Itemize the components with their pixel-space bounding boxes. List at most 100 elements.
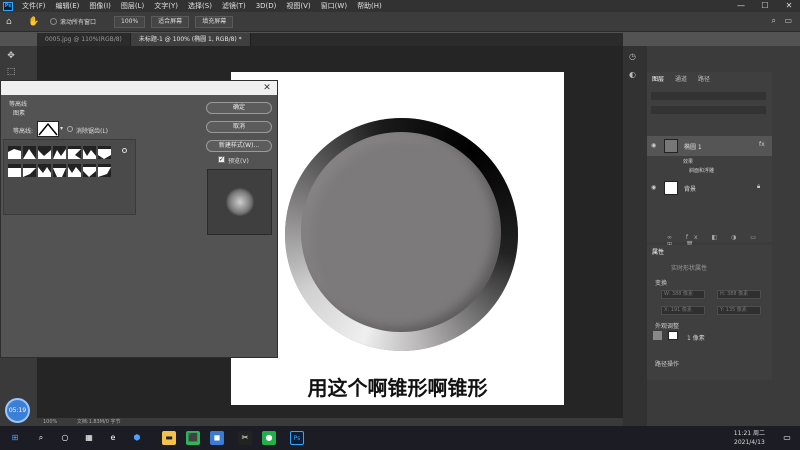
contour-preset[interactable]: [83, 146, 96, 159]
clock-date: 2021/4/13: [734, 439, 765, 446]
menu-image[interactable]: 图像(I): [84, 1, 116, 11]
search-icon[interactable]: ⌕: [34, 431, 48, 445]
menu-file[interactable]: 文件(F): [17, 1, 51, 11]
tab-untitled-1[interactable]: 未标题-1 @ 100% (椭圆 1, RGB/8) *: [130, 33, 251, 46]
contour-preset[interactable]: [98, 146, 111, 159]
contour-preset[interactable]: [38, 164, 51, 177]
photoshop-logo-icon: Ps: [3, 1, 13, 11]
cortana-icon[interactable]: ○: [58, 431, 72, 445]
zoom-level[interactable]: 100%: [43, 419, 57, 425]
menu-window[interactable]: 窗口(W): [316, 1, 352, 11]
stroke-swatch[interactable]: [668, 331, 678, 340]
menu-filter[interactable]: 滤镜(T): [217, 1, 251, 11]
fx-icon[interactable]: fx: [759, 141, 765, 148]
search-icon[interactable]: ⌕: [772, 16, 776, 26]
zoom-field[interactable]: 100%: [114, 15, 146, 28]
task-view-icon[interactable]: ▦: [82, 431, 96, 445]
tab-channels[interactable]: 通道: [675, 74, 687, 83]
height-field[interactable]: H: 388 像素: [717, 290, 761, 299]
move-tool-icon[interactable]: ✥: [5, 50, 17, 62]
contour-preset[interactable]: [23, 146, 36, 159]
eye-icon[interactable]: ◉: [651, 184, 658, 191]
layer-thumbnail: [664, 181, 678, 195]
app-icon[interactable]: ✂: [238, 431, 252, 445]
menu-select[interactable]: 选择(S): [183, 1, 217, 11]
dialog-close-icon[interactable]: ✕: [262, 81, 272, 95]
scroll-all-option[interactable]: 滚动所有窗口: [50, 17, 96, 26]
ok-button[interactable]: 确定: [206, 102, 272, 114]
menu-edit[interactable]: 编辑(E): [51, 1, 85, 11]
tab-paths[interactable]: 路径: [698, 74, 710, 83]
x-field[interactable]: X: 191 像素: [661, 306, 705, 315]
layer-thumbnail: [664, 139, 678, 153]
store-icon[interactable]: ⬛: [186, 431, 200, 445]
contour-preset[interactable]: [68, 164, 81, 177]
contour-preset[interactable]: [8, 146, 21, 159]
width-field[interactable]: W: 388 像素: [661, 290, 705, 299]
app-icon[interactable]: ⬢: [130, 431, 144, 445]
contour-preset[interactable]: [98, 164, 111, 177]
contour-section-label: 等高线: [9, 101, 28, 108]
fit-screen-button[interactable]: 适合屏幕: [151, 15, 190, 28]
presets-menu-icon[interactable]: [122, 148, 127, 153]
menu-type[interactable]: 文字(Y): [149, 1, 183, 11]
cancel-button[interactable]: 取消: [206, 121, 272, 133]
contour-preset[interactable]: [53, 164, 66, 177]
wechat-icon[interactable]: ●: [262, 431, 276, 445]
layers-panel: 图层 通道 路径 ◉ 椭圆 1 fx 效果 斜面和浮雕 ◉ 背景 🔒︎ ∞ fx…: [647, 72, 772, 248]
tab-0005-jpg[interactable]: 0005.jpg @ 110%(RGB/8): [37, 33, 131, 46]
contour-preset[interactable]: [38, 146, 51, 159]
file-explorer-icon[interactable]: ▬: [162, 431, 176, 445]
menu-view[interactable]: 视图(V): [281, 1, 315, 11]
photoshop-taskbar-icon[interactable]: Ps: [290, 431, 304, 445]
path-ops-section-label: 路径操作: [655, 361, 680, 368]
app-icon[interactable]: ◼: [210, 431, 224, 445]
new-style-button[interactable]: 新建样式(W)...: [206, 140, 272, 152]
tab-layers[interactable]: 图层: [652, 74, 664, 83]
windows-start-icon[interactable]: ⊞: [8, 431, 22, 445]
preview-checkbox[interactable]: ✓: [218, 156, 225, 163]
layer-row[interactable]: ◉ 椭圆 1 fx: [647, 136, 772, 156]
preview-thumbnail: [226, 188, 254, 216]
transform-section-label: 变换: [655, 280, 668, 287]
minimize-icon[interactable]: —: [730, 0, 752, 12]
contour-preset[interactable]: [23, 164, 36, 177]
document-info[interactable]: 文档:1.83M/0 字节: [77, 419, 121, 425]
eye-icon[interactable]: ◉: [651, 142, 658, 149]
marquee-tool-icon[interactable]: ⬚: [5, 66, 17, 78]
layer-row[interactable]: ◉ 背景 🔒︎: [647, 178, 772, 198]
contour-preset[interactable]: [68, 146, 81, 159]
hand-tool-icon[interactable]: ✋: [28, 17, 42, 27]
layer-filter-bar[interactable]: [651, 92, 766, 100]
system-clock[interactable]: 11:21 周二 2021/4/13: [734, 429, 765, 447]
scroll-all-checkbox[interactable]: [50, 18, 57, 25]
maximize-icon[interactable]: ☐: [754, 0, 776, 12]
y-field[interactable]: Y: 135 像素: [717, 306, 761, 315]
menu-3d[interactable]: 3D(D): [251, 2, 282, 10]
antialias-checkbox[interactable]: [67, 126, 73, 132]
stroke-width-value[interactable]: 1 像素: [687, 333, 705, 342]
adjustments-icon[interactable]: ◐: [629, 70, 636, 79]
home-icon[interactable]: ⌂: [6, 17, 16, 27]
bevel-emboss-label: 斜面和浮雕: [689, 168, 715, 174]
fill-screen-button[interactable]: 填充屏幕: [195, 15, 234, 28]
blend-mode-bar[interactable]: [651, 106, 766, 114]
workspace-icon[interactable]: ▭: [784, 16, 792, 25]
contour-label: 等高线:: [13, 128, 34, 135]
contour-presets-panel[interactable]: [3, 139, 136, 215]
properties-title: 属性: [652, 249, 665, 256]
contour-preset[interactable]: [8, 164, 21, 177]
contour-picker[interactable]: [37, 121, 59, 137]
contour-dropdown-icon[interactable]: ▾: [60, 125, 63, 132]
contour-preset[interactable]: [53, 146, 66, 159]
fill-swatch[interactable]: [653, 331, 662, 340]
document-canvas[interactable]: 用这个啊锥形啊锥形: [231, 72, 564, 405]
menu-help[interactable]: 帮助(H): [352, 1, 387, 11]
contour-preset[interactable]: [83, 164, 96, 177]
edge-browser-icon[interactable]: e: [106, 431, 120, 445]
history-icon[interactable]: ◷: [629, 52, 636, 61]
clock-time: 11:21 周二: [733, 430, 765, 437]
notification-icon[interactable]: ▭: [780, 431, 794, 445]
close-icon[interactable]: ✕: [778, 0, 800, 12]
menu-layer[interactable]: 图层(L): [116, 1, 149, 11]
